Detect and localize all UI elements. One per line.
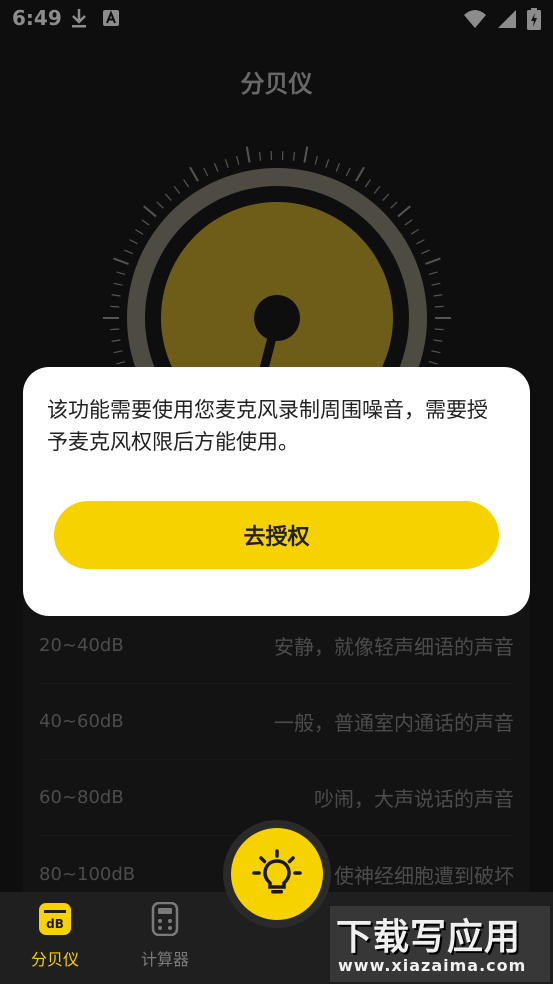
svg-text:dB: dB xyxy=(46,917,64,931)
lightbulb-icon xyxy=(252,849,302,894)
tab-calculator[interactable]: 计算器 xyxy=(120,901,210,970)
watermark-url: www.xiazaima.com xyxy=(338,956,527,975)
tab-label: 分贝仪 xyxy=(30,950,79,969)
watermark-title: 下载写应用 xyxy=(336,917,522,958)
dialog-message: 该功能需要使用您麦克风录制周围噪音，需要授予麦克风权限后方能使用。 xyxy=(47,398,488,454)
flashlight-button[interactable] xyxy=(231,828,323,920)
calculator-icon xyxy=(151,901,179,937)
permission-dialog: 该功能需要使用您麦克风录制周围噪音，需要授予麦克风权限后方能使用。 去授权 xyxy=(23,367,530,616)
tab-label: 计算器 xyxy=(140,950,189,969)
authorize-button[interactable]: 去授权 xyxy=(54,501,499,569)
watermark-logo: 下载写应用 www.xiazaima.com xyxy=(330,906,550,982)
db-icon: dB xyxy=(39,903,71,935)
tab-decibel-meter[interactable]: dB 分贝仪 xyxy=(10,902,100,970)
